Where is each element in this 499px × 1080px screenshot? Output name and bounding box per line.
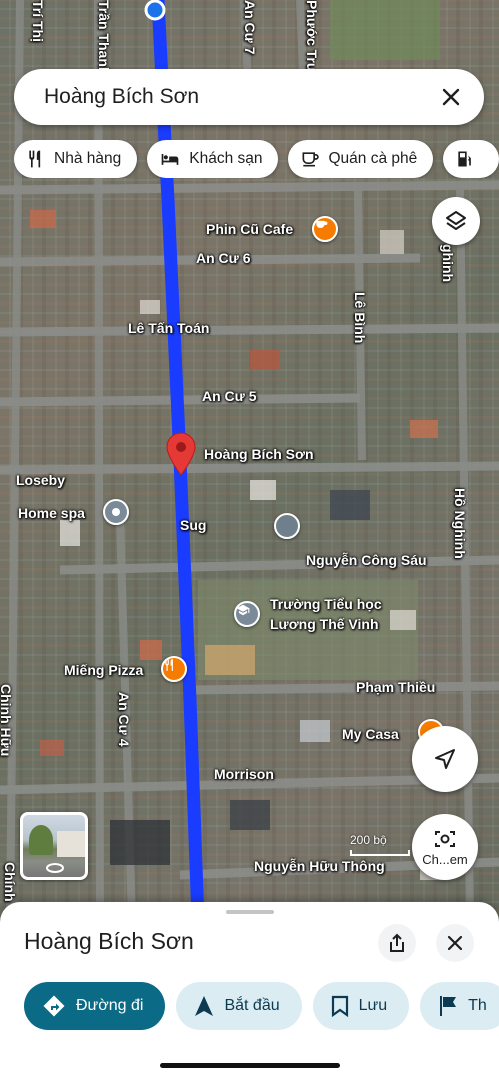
close-icon <box>447 935 463 951</box>
action-label: Lưu <box>358 997 388 1014</box>
action-label: Th <box>468 997 487 1014</box>
scale-label: 200 bộ <box>350 833 387 847</box>
destination-pin-icon[interactable] <box>166 432 196 476</box>
search-query[interactable]: Hoàng Bích Sơn <box>44 85 436 109</box>
chip-coffee[interactable]: Quán cà phê <box>288 140 434 178</box>
chip-label: Khách sạn <box>189 150 263 167</box>
poi-label: Sug <box>180 517 207 533</box>
coffee-icon[interactable] <box>312 216 338 242</box>
place-icon[interactable] <box>103 499 129 525</box>
directions-button[interactable]: Đường đi <box>24 982 166 1030</box>
street-label: Lê Bình <box>352 292 368 344</box>
school-icon[interactable] <box>234 601 260 627</box>
lens-label: Ch...em <box>422 851 468 867</box>
street-view-thumbnail[interactable] <box>20 812 88 880</box>
scale-bar <box>350 850 410 856</box>
street-label: Hồ Nghinh <box>452 488 468 559</box>
share-icon <box>390 933 404 952</box>
current-location-dot <box>144 0 166 21</box>
poi-label: Trường Tiểu học <box>270 596 382 612</box>
layers-icon <box>446 211 466 230</box>
close-icon[interactable] <box>436 82 466 112</box>
rotate-360-icon <box>46 863 64 873</box>
action-label: Bắt đầu <box>224 997 280 1014</box>
street-label: Morrison <box>214 766 274 782</box>
poi-label: My Casa <box>342 726 399 742</box>
street-label: Trần Thanh <box>96 0 112 76</box>
navigation-arrow-icon <box>435 749 455 769</box>
street-label: An Cư 7 <box>242 0 258 55</box>
chip-label: Nhà hàng <box>54 150 122 167</box>
close-sheet-button[interactable] <box>436 924 474 962</box>
directions-icon <box>43 995 65 1017</box>
drag-handle[interactable] <box>226 910 274 914</box>
action-label: Đường đi <box>76 997 144 1014</box>
street-label: Phước Trư <box>304 0 320 74</box>
street-label: Trí Thị <box>30 0 46 42</box>
place-icon[interactable] <box>274 513 300 539</box>
street-label: Loseby <box>16 472 66 488</box>
street-label: Nguyễn Hữu Thông <box>254 858 385 874</box>
flag-icon <box>440 996 457 1016</box>
bookmark-icon <box>331 995 348 1017</box>
chip-hotels[interactable]: Khách sạn <box>147 140 279 178</box>
street-label: ghinh <box>440 244 456 283</box>
poi-label: Lương Thế Vinh <box>270 616 379 632</box>
street-label: An Cư 5 <box>202 388 257 404</box>
street-label: Nguyễn Công Sáu <box>306 552 427 568</box>
recenter-button[interactable] <box>412 726 478 792</box>
more-action-button[interactable]: Th <box>420 982 499 1030</box>
chip-restaurants[interactable]: Nhà hàng <box>14 140 138 178</box>
restaurant-icon <box>29 150 41 168</box>
street-label: An Cư 6 <box>196 250 251 266</box>
street-label: Chinh Hữu <box>0 684 14 757</box>
street-label: Phạm Thiều <box>356 679 436 695</box>
category-chips: Nhà hàng Khách sạn Quán cà phê <box>14 140 499 178</box>
pin-label: Hoàng Bích Sơn <box>204 446 314 462</box>
chip-gas[interactable] <box>443 140 499 178</box>
restaurant-icon[interactable] <box>161 656 187 682</box>
gas-station-icon <box>458 151 472 167</box>
google-lens-button[interactable]: Ch...em <box>412 814 478 880</box>
poi-label: Phin Cũ Cafe <box>206 221 294 237</box>
navigation-arrow-icon <box>195 996 214 1016</box>
street-label: An Cư 4 <box>116 692 132 747</box>
layers-button[interactable] <box>432 197 480 245</box>
start-button[interactable]: Bắt đầu <box>176 982 302 1030</box>
home-indicator[interactable] <box>160 1063 340 1068</box>
chip-label: Quán cà phê <box>328 150 418 167</box>
search-bar[interactable]: Hoàng Bích Sơn <box>14 69 484 125</box>
place-title: Hoàng Bích Sơn <box>24 928 194 954</box>
hotel-icon <box>161 154 179 165</box>
street-label: Chính <box>2 862 18 902</box>
share-button[interactable] <box>378 924 416 962</box>
poi-label: Miếng Pizza <box>64 662 144 678</box>
lens-camera-icon <box>435 830 455 847</box>
save-button[interactable]: Lưu <box>312 982 410 1030</box>
coffee-icon <box>302 152 320 167</box>
street-label: Lê Tấn Toán <box>128 320 210 336</box>
action-buttons: Đường đi Bắt đầu Lưu Th <box>24 982 499 1030</box>
place-sheet[interactable]: Hoàng Bích Sơn Đường đi Bắt đầu Lưu Th <box>0 902 499 1080</box>
poi-label: Home spa <box>18 505 85 521</box>
